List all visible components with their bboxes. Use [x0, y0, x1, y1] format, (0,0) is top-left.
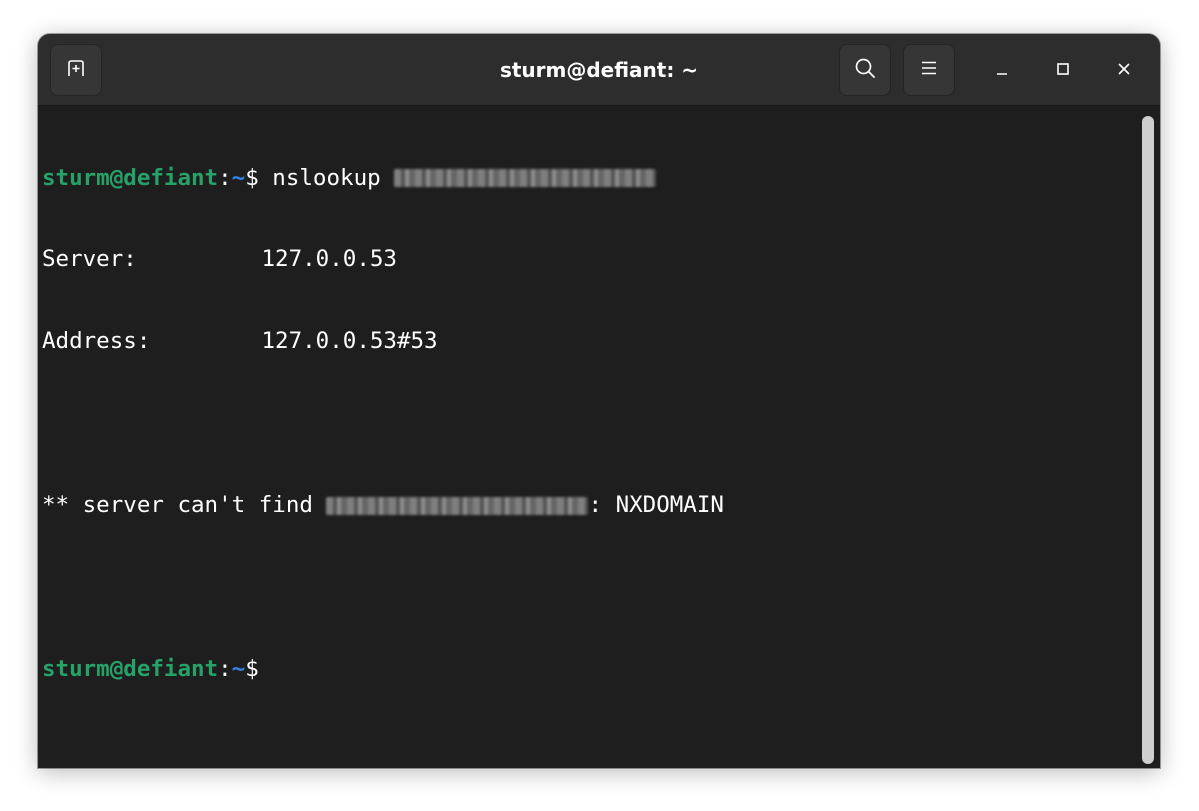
prompt-colon: : — [218, 164, 232, 191]
terminal-line-server: Server: 127.0.0.53 — [42, 246, 1138, 273]
terminal-line-error: ** server can't find : NXDOMAIN — [42, 492, 1138, 519]
minimize-icon — [994, 61, 1010, 81]
prompt-dollar: $ — [245, 655, 259, 682]
search-icon — [853, 56, 877, 84]
server-label: Server: — [42, 246, 137, 273]
hamburger-menu-icon — [919, 58, 939, 82]
close-icon — [1116, 61, 1132, 81]
address-label: Address: — [42, 328, 151, 355]
prompt-path: ~ — [231, 655, 246, 682]
terminal-output[interactable]: sturm@defiant:~$ nslookup Server: 127.0.0… — [38, 106, 1138, 768]
search-button[interactable] — [839, 44, 891, 96]
command-text: nslookup — [258, 164, 395, 191]
terminal-line-command: sturm@defiant:~$ nslookup — [42, 165, 1138, 192]
redacted-domain — [394, 169, 657, 188]
terminal-line-address: Address: 127.0.0.53#53 — [42, 328, 1138, 355]
server-value: 127.0.0.53 — [261, 246, 397, 273]
maximize-icon — [1055, 61, 1071, 81]
menu-button[interactable] — [903, 44, 955, 96]
terminal-line-prompt: sturm@defiant:~$ — [42, 656, 1138, 683]
scrollbar[interactable] — [1142, 116, 1154, 764]
minimize-button[interactable] — [985, 54, 1019, 88]
prompt-user-host: sturm@defiant — [42, 164, 219, 191]
title-bar[interactable]: sturm@defiant: ~ — [38, 34, 1160, 106]
prompt-path: ~ — [231, 164, 246, 191]
terminal-window: sturm@defiant: ~ sturm@defiant:~$ nslook… — [38, 34, 1160, 768]
error-suffix: : NXDOMAIN — [588, 492, 724, 519]
prompt-dollar: $ — [245, 164, 259, 191]
prompt-colon: : — [218, 655, 232, 682]
error-prefix: ** server can't find — [42, 492, 327, 519]
redacted-domain-error — [326, 496, 589, 515]
address-value: 127.0.0.53#53 — [261, 328, 438, 355]
close-button[interactable] — [1107, 54, 1141, 88]
maximize-button[interactable] — [1046, 54, 1080, 88]
prompt-user-host: sturm@defiant — [42, 655, 219, 682]
